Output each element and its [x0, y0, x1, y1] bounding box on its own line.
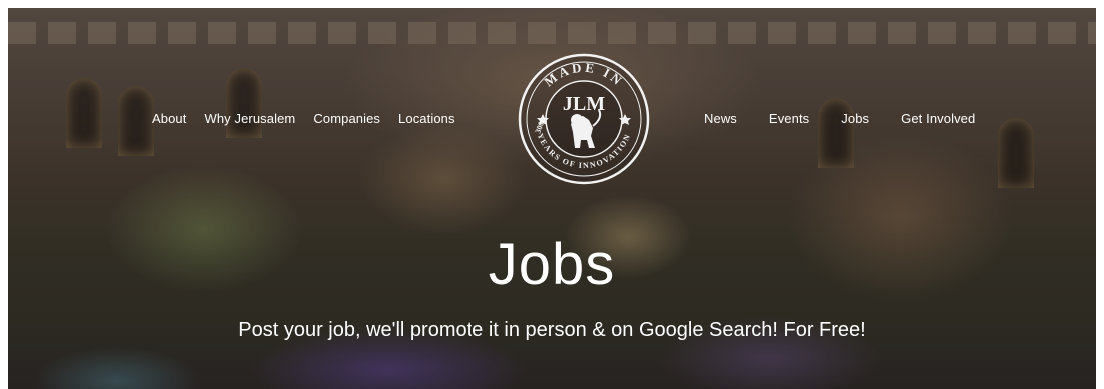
page-title: Jobs [488, 232, 616, 297]
nav-link-about[interactable]: About [152, 111, 186, 126]
background-arch [66, 78, 102, 148]
page-subtitle: Post your job, we'll promote it in perso… [238, 319, 866, 341]
background-arch [998, 118, 1034, 188]
background-arch [118, 86, 154, 156]
made-in-jlm-logo-icon: MADE IN YEARS OF INNOVATION 3000 JLM [518, 53, 650, 185]
nav-link-jobs[interactable]: Jobs [841, 111, 869, 126]
nav-link-news[interactable]: News [704, 111, 737, 126]
wall-battlements [8, 22, 1096, 44]
nav-link-why-jerusalem[interactable]: Why Jerusalem [204, 111, 295, 126]
nav-link-get-involved[interactable]: Get Involved [901, 111, 975, 126]
main-nav-left: About Why Jerusalem Companies Locations [152, 109, 455, 127]
background-arch [226, 68, 262, 138]
nav-link-locations[interactable]: Locations [398, 111, 455, 126]
main-nav-right: News Events Jobs Get Involved [704, 109, 975, 127]
nav-link-events[interactable]: Events [769, 111, 809, 126]
hero-banner: About Why Jerusalem Companies Locations … [8, 8, 1096, 389]
site-logo[interactable]: MADE IN YEARS OF INNOVATION 3000 JLM [513, 48, 655, 190]
nav-link-companies[interactable]: Companies [313, 111, 380, 126]
